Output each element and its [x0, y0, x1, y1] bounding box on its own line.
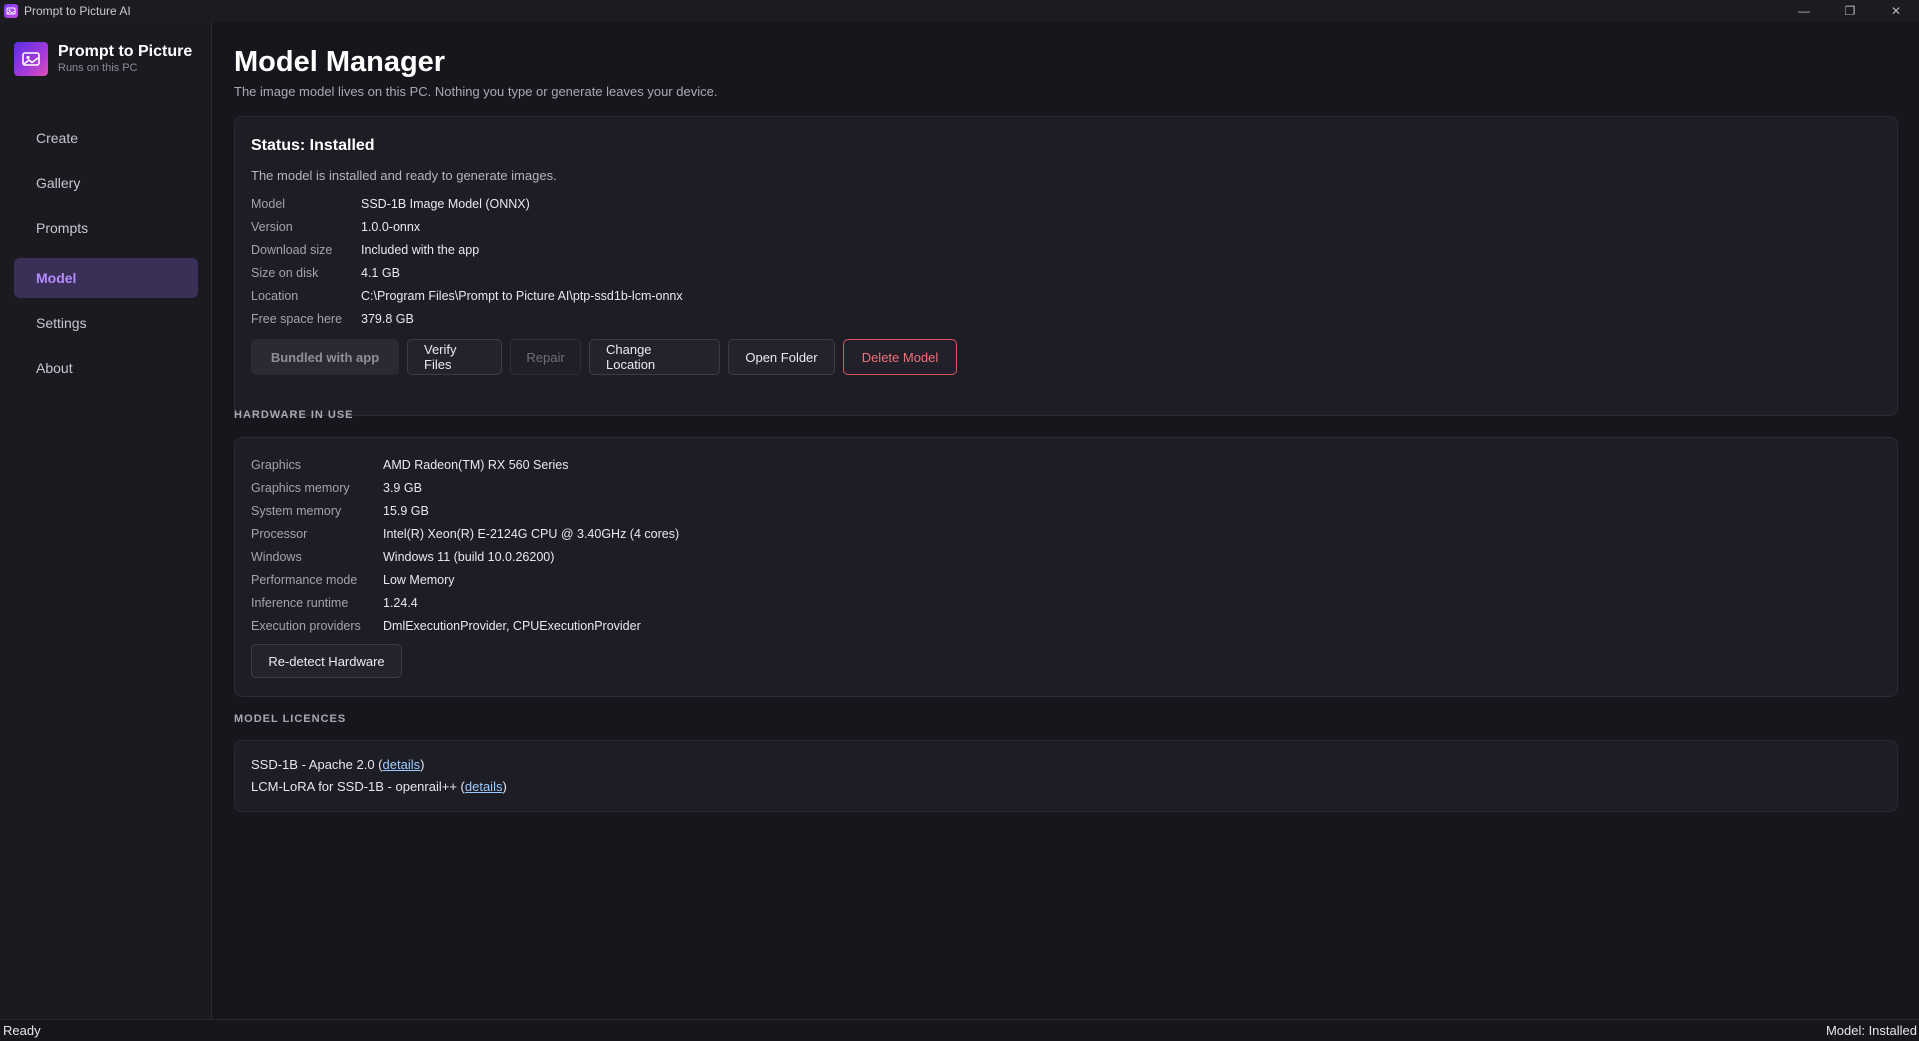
licences-card: SSD-1B - Apache 2.0 (details) LCM-LoRA f… — [234, 740, 1898, 812]
licence-text: SSD-1B - Apache 2.0 ( — [251, 757, 383, 772]
field-label: Windows — [251, 550, 302, 564]
field-value: SSD-1B Image Model (ONNX) — [361, 197, 530, 211]
sidebar-item-create[interactable]: Create — [14, 118, 198, 158]
status-bar: Ready Model: Installed — [0, 1019, 1919, 1041]
field-label: Performance mode — [251, 573, 358, 587]
status-title: Status: Installed — [251, 137, 375, 154]
repair-button[interactable]: Repair — [510, 339, 581, 375]
hardware-field-windows: Windows Windows 11 (build 10.0.26200) — [251, 550, 554, 564]
field-label: Processor — [251, 527, 308, 541]
licence-text: LCM-LoRA for SSD-1B - openrail++ ( — [251, 779, 465, 794]
field-label: Execution providers — [251, 619, 361, 633]
change-location-button[interactable]: Change Location — [589, 339, 720, 375]
delete-model-button[interactable]: Delete Model — [843, 339, 957, 375]
field-value: 1.0.0-onnx — [361, 220, 421, 234]
hardware-field-execution-providers: Execution providers DmlExecutionProvider… — [251, 619, 641, 633]
status-field-size-on-disk: Size on disk 4.1 GB — [251, 266, 400, 280]
status-bar-model-state: Model: Installed — [1825, 1023, 1917, 1038]
field-label: Model — [251, 197, 286, 211]
field-value: 4.1 GB — [361, 266, 400, 280]
sidebar-item-about[interactable]: About — [14, 348, 198, 388]
verify-files-button[interactable]: Verify Files — [407, 339, 502, 375]
brand-subtitle: Runs on this PC — [58, 62, 138, 74]
status-card: Status: Installed The model is installed… — [234, 116, 1898, 416]
field-value: AMD Radeon(TM) RX 560 Series — [383, 458, 569, 472]
hardware-field-graphics-memory: Graphics memory 3.9 GB — [251, 481, 422, 495]
licence-details-link[interactable]: details — [465, 779, 503, 794]
status-field-version: Version 1.0.0-onnx — [251, 220, 420, 234]
field-label: Download size — [251, 243, 333, 257]
field-value: Included with the app — [361, 243, 480, 257]
field-value: DmlExecutionProvider, CPUExecutionProvid… — [383, 619, 641, 633]
sidebar-item-prompts[interactable]: Prompts — [14, 208, 198, 248]
open-folder-button[interactable]: Open Folder — [728, 339, 835, 375]
field-label: Free space here — [251, 312, 343, 326]
field-label: Location — [251, 289, 299, 303]
field-label: Inference runtime — [251, 596, 349, 610]
hardware-field-inference-runtime: Inference runtime 1.24.4 — [251, 596, 418, 610]
hardware-field-system-memory: System memory 15.9 GB — [251, 504, 429, 518]
status-field-location: Location C:\Program Files\Prompt to Pict… — [251, 289, 683, 303]
field-label: Graphics — [251, 458, 302, 472]
minimize-icon[interactable]: — — [1781, 0, 1827, 22]
status-bar-ready: Ready — [3, 1023, 41, 1038]
hardware-field-performance-mode: Performance mode Low Memory — [251, 573, 455, 587]
status-field-download-size: Download size Included with the app — [251, 243, 479, 257]
field-label: Graphics memory — [251, 481, 350, 495]
field-value: 1.24.4 — [383, 596, 418, 610]
field-value: Intel(R) Xeon(R) E-2124G CPU @ 3.40GHz (… — [383, 527, 680, 541]
title-bar: Prompt to Picture AI — ❐ ✕ — [0, 0, 1919, 22]
hardware-card: Graphics AMD Radeon(TM) RX 560 Series Gr… — [234, 437, 1898, 697]
licence-line-ssd1b: SSD-1B - Apache 2.0 (details) — [251, 757, 424, 772]
field-label: System memory — [251, 504, 342, 518]
sidebar-item-model[interactable]: Model — [14, 258, 198, 298]
field-value: 15.9 GB — [383, 504, 429, 518]
status-field-free-space: Free space here 379.8 GB — [251, 312, 414, 326]
page-title: Model Manager — [234, 46, 446, 78]
close-icon[interactable]: ✕ — [1873, 0, 1919, 22]
bundled-badge: Bundled with app — [251, 339, 399, 375]
sidebar: Prompt to Picture Runs on this PC Create… — [0, 22, 212, 1019]
status-field-model: Model SSD-1B Image Model (ONNX) — [251, 197, 530, 211]
hardware-field-graphics: Graphics AMD Radeon(TM) RX 560 Series — [251, 458, 568, 472]
licence-suffix: ) — [502, 779, 507, 794]
licences-heading: MODEL LICENCES — [234, 713, 347, 725]
field-label: Version — [251, 220, 293, 234]
brand: Prompt to Picture Runs on this PC — [14, 42, 192, 76]
model-actions: Bundled with app Verify Files Repair Cha… — [251, 339, 965, 375]
page-subtitle: The image model lives on this PC. Nothin… — [234, 84, 718, 99]
hardware-field-processor: Processor Intel(R) Xeon(R) E-2124G CPU @… — [251, 527, 679, 541]
field-value: 379.8 GB — [361, 312, 414, 326]
licence-line-lcm-lora: LCM-LoRA for SSD-1B - openrail++ (detail… — [251, 779, 507, 794]
app-icon — [4, 4, 18, 18]
nav-menu: Create Gallery Prompts Model Settings Ab… — [14, 118, 198, 393]
main-content: Model Manager The image model lives on t… — [234, 22, 1898, 1019]
hardware-heading: HARDWARE IN USE — [234, 409, 354, 421]
field-value: 3.9 GB — [383, 481, 422, 495]
sidebar-item-settings[interactable]: Settings — [14, 303, 198, 343]
maximize-icon[interactable]: ❐ — [1827, 0, 1873, 22]
licence-suffix: ) — [420, 757, 425, 772]
brand-logo-icon — [14, 42, 48, 76]
window-title: Prompt to Picture AI — [24, 4, 131, 18]
field-value: Low Memory — [383, 573, 455, 587]
brand-name: Prompt to Picture — [58, 43, 193, 60]
status-description: The model is installed and ready to gene… — [251, 168, 557, 183]
field-value: Windows 11 (build 10.0.26200) — [383, 550, 555, 564]
field-label: Size on disk — [251, 266, 319, 280]
field-value: C:\Program Files\Prompt to Picture AI\pt… — [361, 289, 683, 303]
licence-details-link[interactable]: details — [383, 757, 421, 772]
sidebar-item-gallery[interactable]: Gallery — [14, 163, 198, 203]
redetect-hardware-button[interactable]: Re-detect Hardware — [251, 644, 402, 678]
